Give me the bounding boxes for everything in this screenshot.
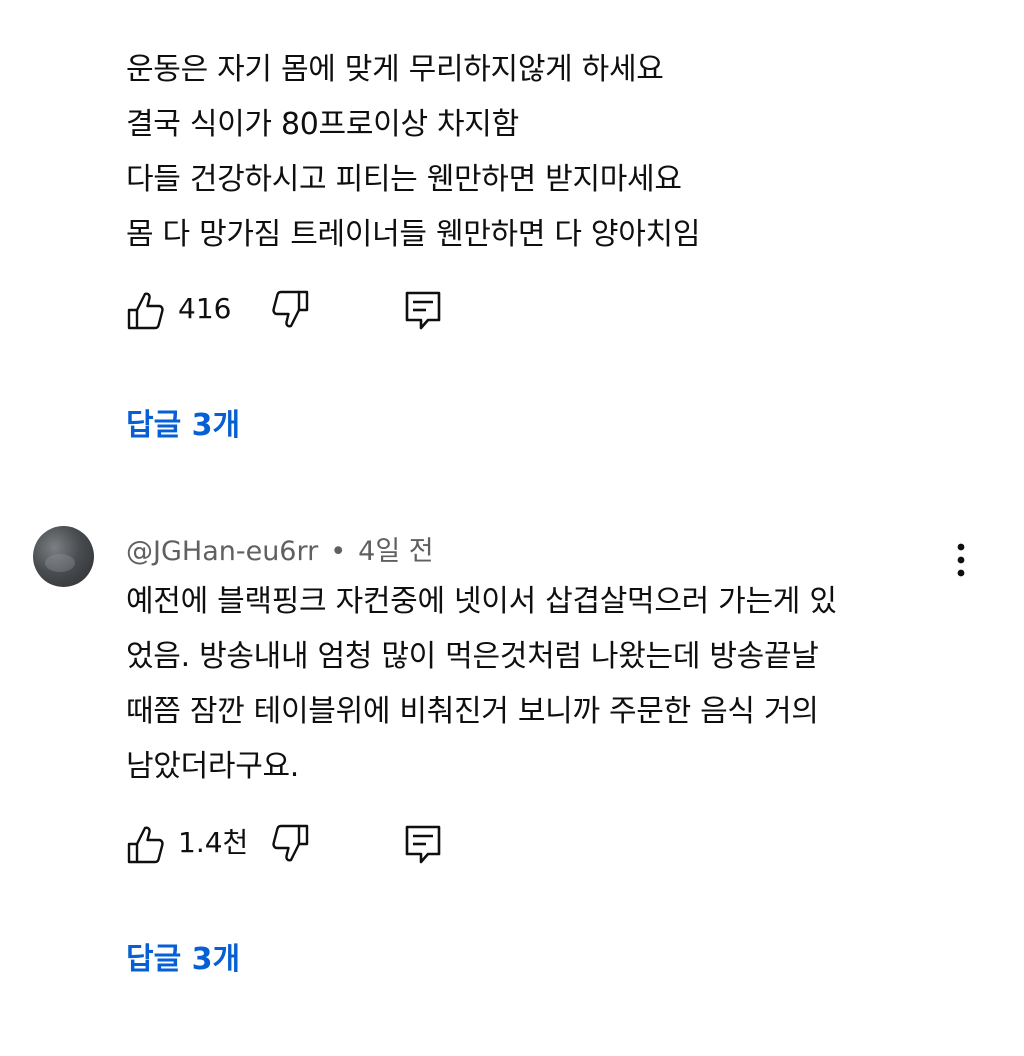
thumbs-up-icon	[127, 292, 164, 330]
comment-line: 다들 건강하시고 피티는 웬만하면 받지마세요	[126, 162, 682, 197]
comment-item: 운동은 자기 몸에 맞게 무리하지않게 하세요 결국 식이가 80프로이상 차지…	[0, 0, 1024, 480]
view-replies-link[interactable]: 답글 3개	[126, 400, 240, 444]
comment-line: 남았더라구요.	[126, 749, 300, 784]
comment-text: 예전에 블랙핑크 자컨중에 넷이서 삽겹살먹으러 가는게 있 었음. 방송내내 …	[126, 574, 946, 794]
avatar[interactable]	[33, 526, 94, 587]
comment-header: @JGHan-eu6rr • 4일 전	[126, 529, 434, 568]
comment-line: 결국 식이가 80프로이상 차지함	[126, 107, 519, 142]
dislike-button[interactable]	[270, 288, 310, 332]
reply-icon	[405, 825, 441, 864]
like-button[interactable]	[126, 822, 166, 866]
comment-line: 예전에 블랙핑크 자컨중에 넷이서 삽겹살먹으러 가는게 있	[126, 584, 837, 619]
more-actions-button[interactable]	[944, 540, 978, 580]
more-vertical-icon	[957, 543, 965, 577]
thumbs-down-icon	[272, 824, 309, 862]
reply-button[interactable]	[404, 290, 442, 332]
like-count: 1.4천	[178, 826, 249, 859]
comment-line: 때쯤 잠깐 테이블위에 비춰진거 보니까 주문한 음식 거의	[126, 694, 819, 729]
comment-line: 운동은 자기 몸에 맞게 무리하지않게 하세요	[126, 52, 664, 87]
comment-line: 몸 다 망가짐 트레이너들 웬만하면 다 양아치임	[126, 217, 701, 252]
like-button[interactable]	[126, 288, 166, 332]
comment-line: 었음. 방송내내 엄청 많이 먹은것처럼 나왔는데 방송끝날	[126, 639, 819, 674]
separator-dot: •	[330, 536, 347, 567]
dislike-button[interactable]	[270, 822, 310, 866]
comment-actions: 416	[126, 288, 526, 332]
reply-button[interactable]	[404, 824, 442, 866]
comment-text: 운동은 자기 몸에 맞게 무리하지않게 하세요 결국 식이가 80프로이상 차지…	[126, 42, 946, 262]
like-count: 416	[178, 292, 232, 325]
view-replies-link[interactable]: 답글 3개	[126, 934, 240, 978]
thumbs-down-icon	[272, 290, 309, 328]
comment-age: 4일 전	[358, 536, 434, 567]
comment-actions: 1.4천	[126, 822, 526, 866]
reply-icon	[405, 291, 441, 330]
comment-item: @JGHan-eu6rr • 4일 전 예전에 블랙핑크 자컨중에 넷이서 삽겹살먹…	[0, 480, 1024, 1056]
author-name[interactable]: @JGHan-eu6rr	[126, 536, 318, 567]
thumbs-up-icon	[127, 826, 164, 864]
